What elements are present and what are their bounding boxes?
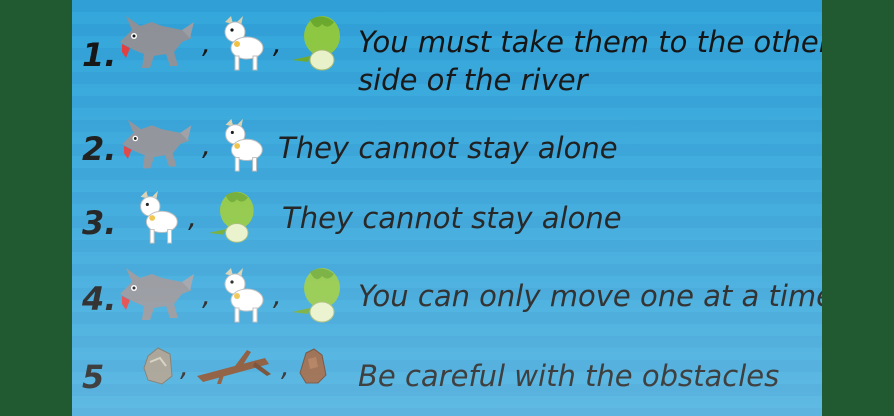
right-border [822, 0, 894, 416]
rule-text: They cannot stay alone [282, 201, 622, 235]
rule-number: 5 [82, 358, 105, 396]
rule-text: You can only move one at a time [358, 279, 822, 313]
wolf-icon [112, 116, 196, 174]
separator: , [202, 278, 211, 312]
rule-text: Be careful with the obstacles [358, 359, 780, 393]
rule-icons: , [132, 188, 265, 246]
goat-icon [217, 14, 267, 72]
goat-icon [217, 266, 267, 324]
rock-icon [142, 346, 174, 386]
wolf-icon [112, 12, 196, 74]
goat-icon [217, 117, 267, 173]
separator: , [180, 349, 189, 383]
log-icon [195, 346, 275, 386]
rule-icons: , [112, 116, 267, 174]
separator: , [188, 200, 197, 234]
rule-icons: , , [142, 346, 330, 386]
wolf-icon [112, 264, 196, 326]
rule-icons: , , [112, 12, 350, 74]
rule-text-line2: side of the river [358, 63, 588, 97]
cabbage-icon [288, 264, 350, 326]
left-border [0, 0, 72, 416]
cabbage-icon [288, 12, 350, 74]
separator: , [272, 278, 282, 312]
rule-number: 3. [82, 204, 117, 242]
separator: , [280, 349, 290, 383]
goat-icon [132, 189, 182, 245]
rule-text: They cannot stay alone [278, 131, 618, 165]
separator: , [202, 26, 211, 60]
separator: , [272, 26, 282, 60]
cabbage-icon [203, 188, 265, 246]
rules-panel: 1. , , You must take them to the other s… [72, 0, 822, 416]
separator: , [202, 128, 211, 162]
stump-icon [296, 347, 330, 385]
rule-icons: , , [112, 264, 350, 326]
rule-text-line1: You must take them to the other [358, 25, 822, 59]
